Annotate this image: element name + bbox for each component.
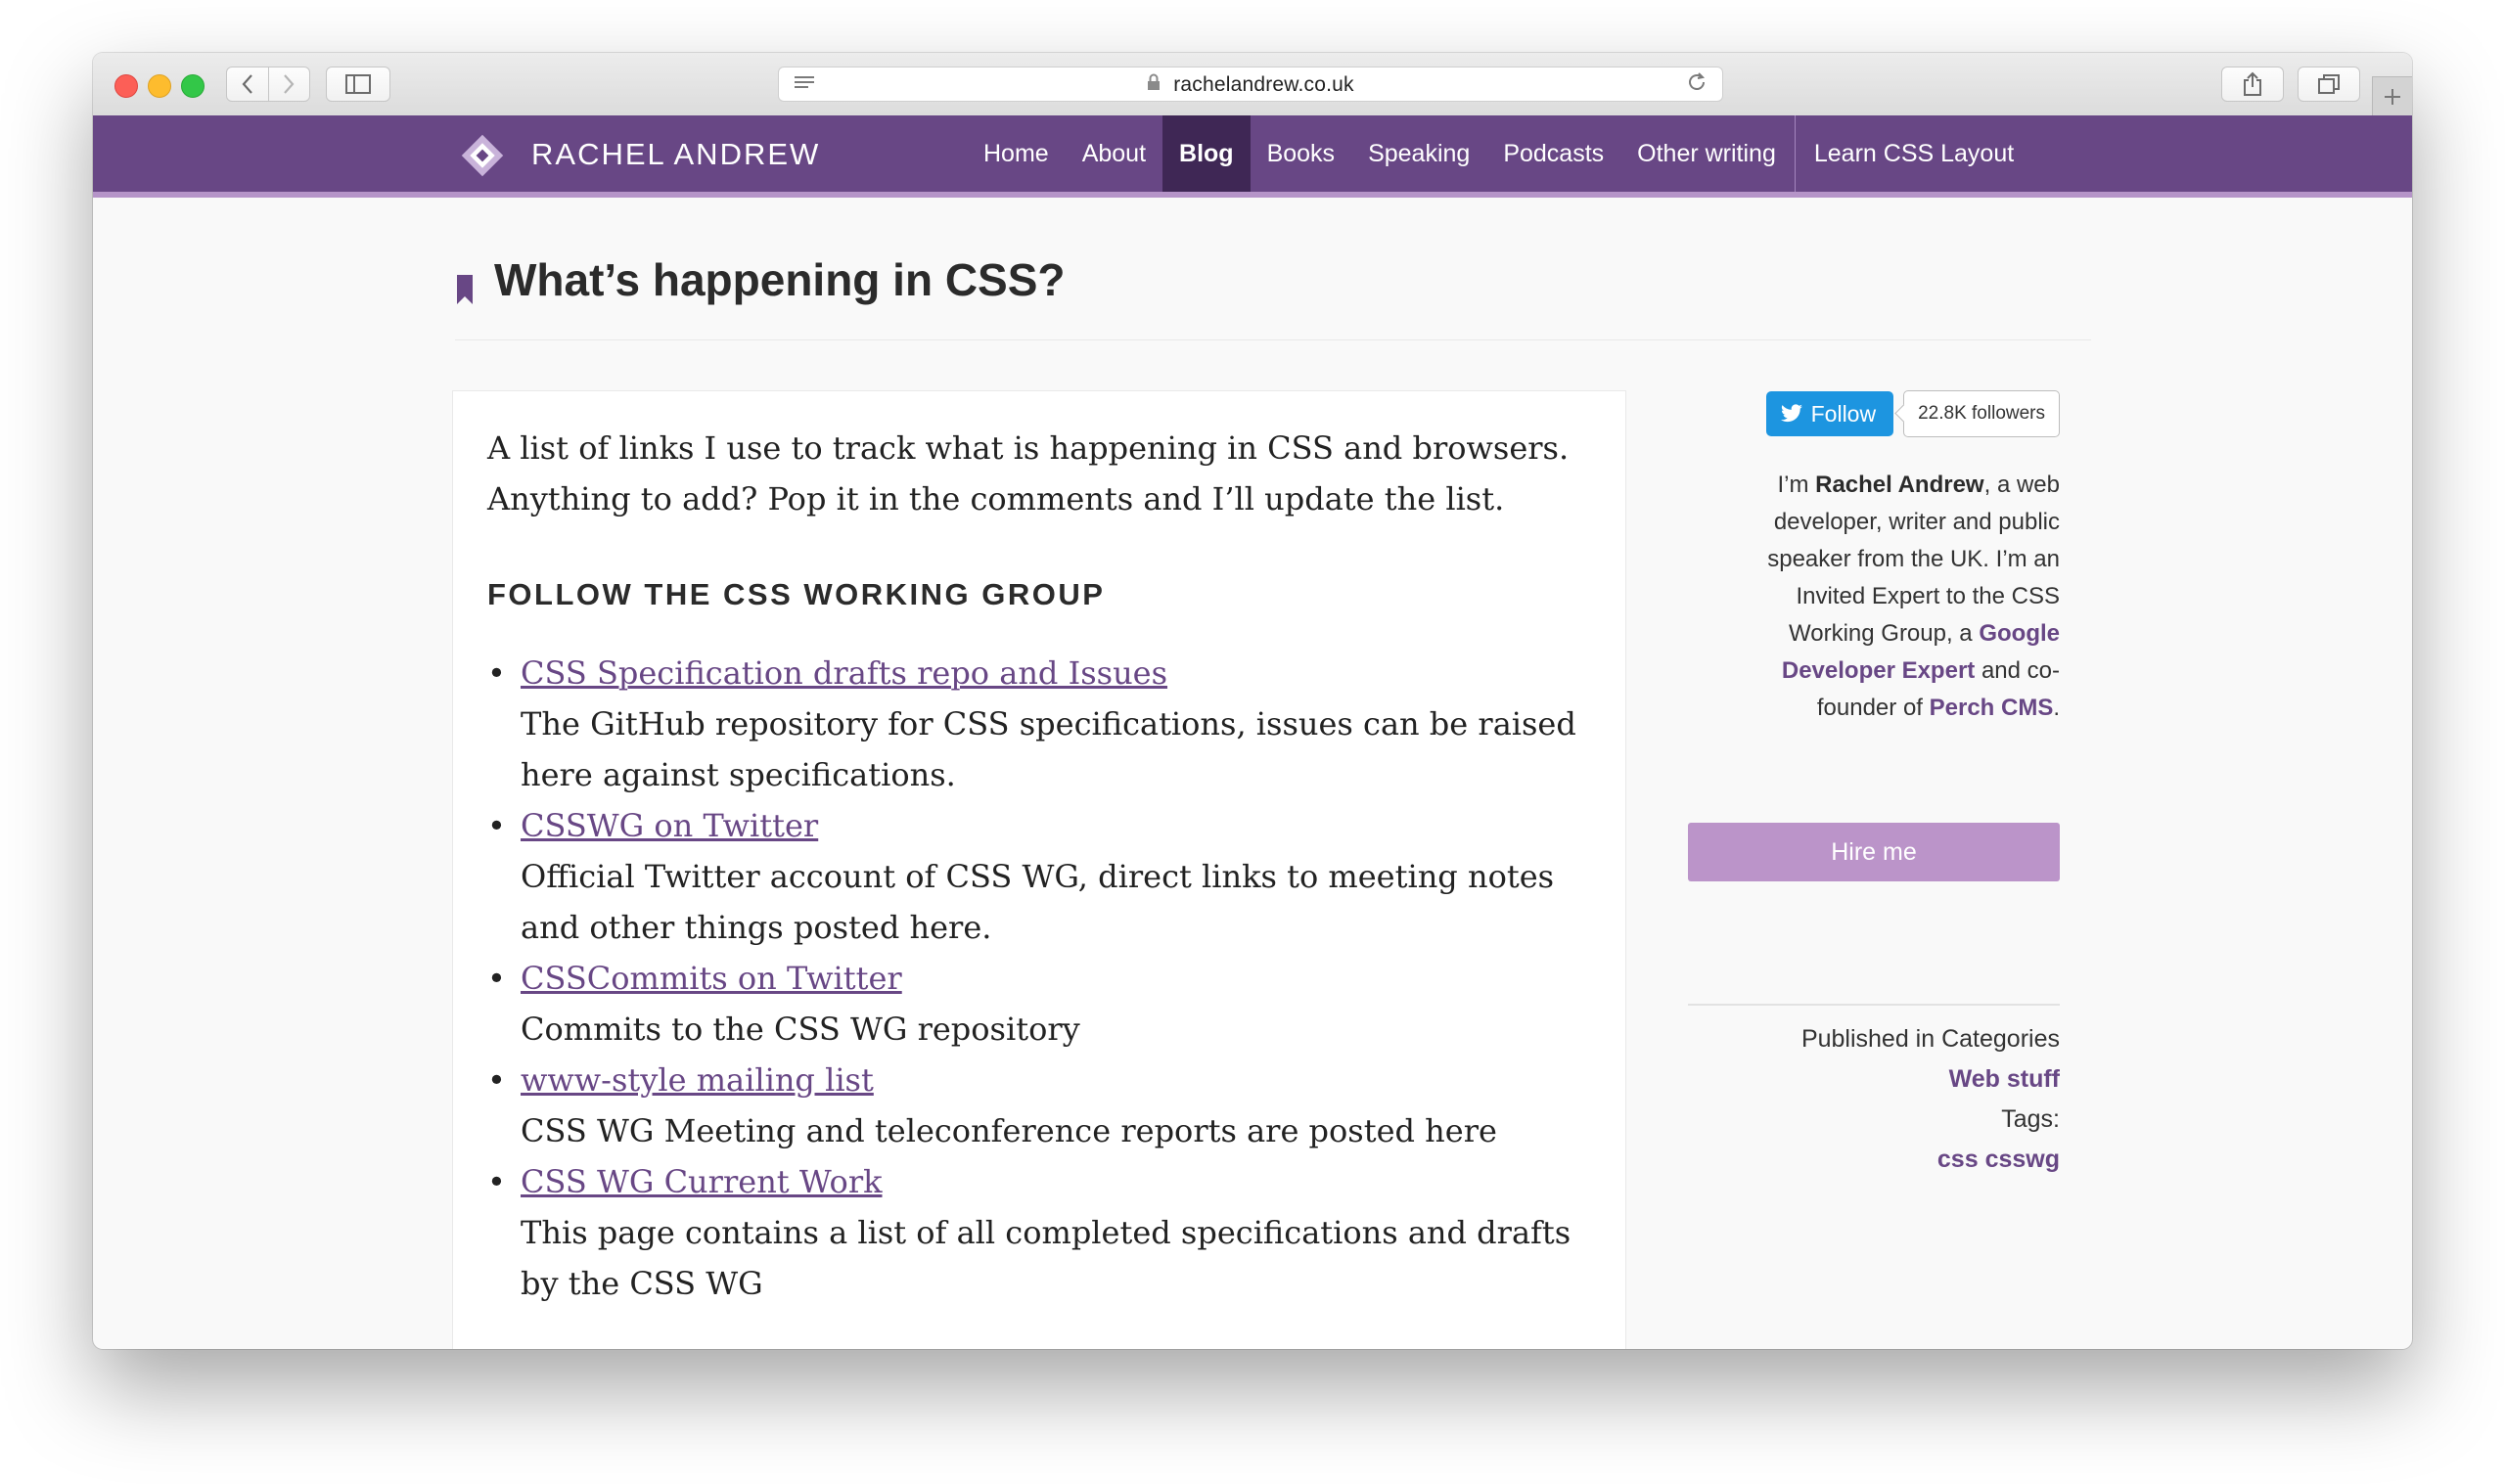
link-description: This page contains a list of all complet… bbox=[521, 1214, 1571, 1302]
post-meta: Published in Categories Web stuff Tags: … bbox=[1801, 1019, 2060, 1180]
back-button[interactable] bbox=[227, 67, 268, 101]
section-heading: FOLLOW THE CSS WORKING GROUP bbox=[487, 577, 1106, 611]
link-description: Official Twitter account of CSS WG, dire… bbox=[521, 858, 1555, 946]
logo-diamond-icon[interactable] bbox=[460, 133, 505, 178]
published-label: Published in Categories bbox=[1800, 1025, 2060, 1053]
nav-item-blog[interactable]: Blog bbox=[1162, 115, 1251, 192]
nav-item-learn-css-layout[interactable]: Learn CSS Layout bbox=[1798, 115, 2030, 192]
title-divider bbox=[455, 339, 2091, 340]
sidebar-icon bbox=[345, 74, 371, 94]
minimize-window-button[interactable] bbox=[148, 74, 171, 98]
tag-link[interactable]: css bbox=[1937, 1146, 1979, 1173]
plus-icon bbox=[2385, 89, 2400, 105]
reload-icon[interactable] bbox=[1685, 70, 1708, 101]
link-csscommits-twitter[interactable]: CSSCommits on Twitter bbox=[521, 960, 902, 997]
list-item: CSSWG on Twitter Official Twitter accoun… bbox=[487, 800, 1603, 953]
hire-me-button[interactable]: Hire me bbox=[1688, 823, 2060, 881]
zoom-window-button[interactable] bbox=[181, 74, 205, 98]
link-csswg-twitter[interactable]: CSSWG on Twitter bbox=[521, 807, 818, 844]
address-bar[interactable]: rachelandrew.co.uk bbox=[778, 67, 1723, 102]
chevron-right-icon bbox=[284, 74, 295, 94]
share-icon bbox=[2244, 71, 2261, 96]
sidebar-divider bbox=[1688, 1004, 2060, 1006]
link-list: CSS Specification drafts repo and Issues… bbox=[487, 648, 1603, 1309]
show-tabs-button[interactable] bbox=[2298, 67, 2360, 102]
url-display: rachelandrew.co.uk bbox=[779, 73, 1722, 97]
new-tab-button[interactable] bbox=[2372, 76, 2412, 116]
bio-text: I’m bbox=[1777, 472, 1816, 498]
history-nav bbox=[226, 67, 310, 102]
bio-text: . bbox=[2053, 695, 2060, 721]
link-description: Commits to the CSS WG repository bbox=[521, 1011, 1080, 1048]
category-link[interactable]: Web stuff bbox=[1949, 1065, 2060, 1093]
list-item: CSS Specification drafts repo and Issues… bbox=[487, 648, 1603, 800]
twitter-bird-icon bbox=[1780, 404, 1802, 423]
forward-button[interactable] bbox=[267, 67, 310, 101]
link-csswg-current-work[interactable]: CSS WG Current Work bbox=[521, 1163, 883, 1200]
nav-item-books[interactable]: Books bbox=[1251, 115, 1351, 192]
list-item: CSS WG Current Work This page contains a… bbox=[487, 1156, 1603, 1309]
nav-item-home[interactable]: Home bbox=[967, 115, 1066, 192]
link-description: The GitHub repository for CSS specificat… bbox=[521, 705, 1576, 793]
link-description: CSS WG Meeting and teleconference report… bbox=[521, 1112, 1497, 1149]
post-intro: A list of links I use to track what is h… bbox=[487, 429, 1570, 517]
follow-label: Follow bbox=[1810, 400, 1877, 427]
nav-item-speaking[interactable]: Speaking bbox=[1351, 115, 1486, 192]
link-css-spec-drafts[interactable]: CSS Specification drafts repo and Issues bbox=[521, 654, 1167, 692]
share-button[interactable] bbox=[2221, 67, 2284, 102]
tag-link[interactable]: csswg bbox=[1985, 1146, 2060, 1173]
list-item: CSSCommits on Twitter Commits to the CSS… bbox=[487, 953, 1603, 1055]
bookmark-icon bbox=[457, 275, 473, 304]
twitter-follow-button[interactable]: Follow bbox=[1765, 391, 1894, 436]
url-text: rachelandrew.co.uk bbox=[1173, 73, 1354, 96]
browser-toolbar: rachelandrew.co.uk bbox=[93, 53, 2412, 116]
post-content: A list of links I use to track what is h… bbox=[452, 390, 1626, 1349]
tabs-overview-icon bbox=[2318, 74, 2340, 94]
nav-divider bbox=[1794, 115, 1796, 192]
author-name: Rachel Andrew bbox=[1815, 472, 1984, 498]
close-window-button[interactable] bbox=[114, 74, 138, 98]
nav-item-about[interactable]: About bbox=[1066, 115, 1162, 192]
list-item: www-style mailing list CSS WG Meeting an… bbox=[487, 1055, 1603, 1156]
lock-icon bbox=[1147, 73, 1165, 95]
link-www-style[interactable]: www-style mailing list bbox=[521, 1061, 874, 1099]
follower-count[interactable]: 22.8K followers bbox=[1903, 390, 2060, 437]
site-header: RACHEL ANDREW Home About Blog Books Spea… bbox=[93, 115, 2412, 198]
author-bio: I’m Rachel Andrew, a web developer, writ… bbox=[1708, 467, 2060, 727]
perch-cms-link[interactable]: Perch CMS bbox=[1930, 695, 2054, 721]
nav-item-podcasts[interactable]: Podcasts bbox=[1486, 115, 1620, 192]
twitter-follow-widget: Follow 22.8K followers bbox=[1765, 390, 2060, 437]
tags-label: Tags: bbox=[2001, 1105, 2060, 1133]
site-logo-text[interactable]: RACHEL ANDREW bbox=[531, 137, 820, 172]
page-title: What’s happening in CSS? bbox=[494, 254, 1066, 305]
main-nav: Home About Blog Books Speaking Podcasts … bbox=[967, 115, 2030, 192]
chevron-left-icon bbox=[242, 74, 252, 94]
show-sidebar-button[interactable] bbox=[326, 67, 390, 102]
nav-item-other-writing[interactable]: Other writing bbox=[1620, 115, 1793, 192]
browser-window: rachelandrew.co.uk RACHEL ANDREW Home Ab… bbox=[93, 53, 2412, 1349]
